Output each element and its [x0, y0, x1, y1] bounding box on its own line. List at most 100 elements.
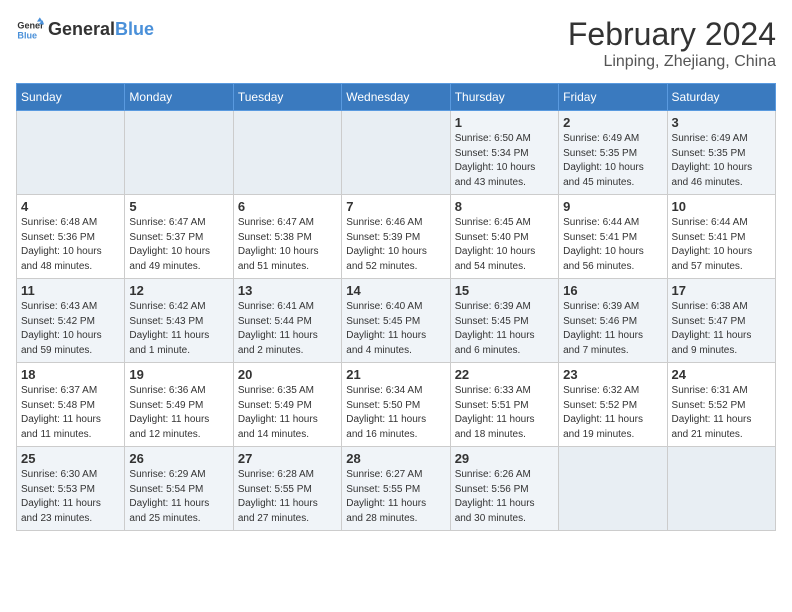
day-number: 21 — [346, 367, 445, 382]
week-row-4: 18 Sunrise: 6:37 AMSunset: 5:48 PMDayligh… — [17, 363, 776, 447]
day-info: Sunrise: 6:26 AMSunset: 5:56 PMDaylight:… — [455, 468, 554, 526]
calendar-cell — [667, 447, 775, 531]
calendar-cell: 26 Sunrise: 6:29 AMSunset: 5:54 PMDayligh… — [125, 447, 233, 531]
calendar-cell — [342, 111, 450, 195]
week-row-2: 4Sunrise: 6:48 AMSunset: 5:36 PMDaylight… — [17, 195, 776, 279]
logo-icon: General Blue — [16, 16, 44, 44]
day-number: 29 — [455, 451, 554, 466]
day-info: Sunrise: 6:47 AMSunset: 5:37 PMDaylight:… — [129, 216, 228, 274]
calendar-cell: 1 Sunrise: 6:50 AMSunset: 5:34 PMDaylight… — [450, 111, 558, 195]
calendar-cell: 19 Sunrise: 6:36 AMSunset: 5:49 PMDayligh… — [125, 363, 233, 447]
day-number: 3 — [672, 115, 771, 130]
day-number: 25 — [21, 451, 120, 466]
calendar-cell: 8 Sunrise: 6:45 AMSunset: 5:40 PMDaylight… — [450, 195, 558, 279]
calendar-cell: 12Sunrise: 6:42 AMSunset: 5:43 PMDayligh… — [125, 279, 233, 363]
weekday-header-saturday: Saturday — [667, 84, 775, 111]
title-block: February 2024 Linping, Zhejiang, China — [568, 16, 776, 71]
calendar-cell: 13 Sunrise: 6:41 AMSunset: 5:44 PMDayligh… — [233, 279, 341, 363]
weekday-header-monday: Monday — [125, 84, 233, 111]
location-title: Linping, Zhejiang, China — [568, 53, 776, 71]
day-number: 1 — [455, 115, 554, 130]
calendar-cell: 29 Sunrise: 6:26 AMSunset: 5:56 PMDayligh… — [450, 447, 558, 531]
calendar-cell: 23Sunrise: 6:32 AMSunset: 5:52 PMDayligh… — [559, 363, 667, 447]
calendar-cell: 5 Sunrise: 6:47 AMSunset: 5:37 PMDaylight… — [125, 195, 233, 279]
calendar-cell: 25 Sunrise: 6:30 AMSunset: 5:53 PMDayligh… — [17, 447, 125, 531]
day-number: 10 — [672, 199, 771, 214]
day-number: 8 — [455, 199, 554, 214]
day-info: Sunrise: 6:37 AMSunset: 5:48 PMDaylight:… — [21, 384, 120, 442]
day-number: 7 — [346, 199, 445, 214]
calendar-cell: 4Sunrise: 6:48 AMSunset: 5:36 PMDaylight… — [17, 195, 125, 279]
weekday-header-wednesday: Wednesday — [342, 84, 450, 111]
day-info: Sunrise: 6:33 AMSunset: 5:51 PMDaylight:… — [455, 384, 554, 442]
day-number: 15 — [455, 283, 554, 298]
day-number: 23 — [563, 367, 662, 382]
day-number: 24 — [672, 367, 771, 382]
calendar-cell — [17, 111, 125, 195]
day-number: 6 — [238, 199, 337, 214]
day-info: Sunrise: 6:29 AMSunset: 5:54 PMDaylight:… — [129, 468, 228, 526]
calendar-cell: 27Sunrise: 6:28 AMSunset: 5:55 PMDayligh… — [233, 447, 341, 531]
weekday-header-sunday: Sunday — [17, 84, 125, 111]
svg-text:Blue: Blue — [17, 30, 37, 40]
day-info: Sunrise: 6:44 AMSunset: 5:41 PMDaylight:… — [672, 216, 771, 274]
day-info: Sunrise: 6:40 AMSunset: 5:45 PMDaylight:… — [346, 300, 445, 358]
day-number: 11 — [21, 283, 120, 298]
calendar-cell: 20Sunrise: 6:35 AMSunset: 5:49 PMDayligh… — [233, 363, 341, 447]
day-info: Sunrise: 6:49 AMSunset: 5:35 PMDaylight:… — [672, 132, 771, 190]
day-number: 9 — [563, 199, 662, 214]
week-row-3: 11 Sunrise: 6:43 AMSunset: 5:42 PMDayligh… — [17, 279, 776, 363]
calendar-cell: 9 Sunrise: 6:44 AMSunset: 5:41 PMDaylight… — [559, 195, 667, 279]
logo: General Blue GeneralBlue — [16, 16, 154, 44]
day-info: Sunrise: 6:50 AMSunset: 5:34 PMDaylight:… — [455, 132, 554, 190]
page-header: General Blue GeneralBlue February 2024 L… — [16, 16, 776, 71]
calendar-cell: 16Sunrise: 6:39 AMSunset: 5:46 PMDayligh… — [559, 279, 667, 363]
day-number: 13 — [238, 283, 337, 298]
day-number: 26 — [129, 451, 228, 466]
day-number: 12 — [129, 283, 228, 298]
month-title: February 2024 — [568, 16, 776, 53]
day-info: Sunrise: 6:39 AMSunset: 5:45 PMDaylight:… — [455, 300, 554, 358]
day-info: Sunrise: 6:43 AMSunset: 5:42 PMDaylight:… — [21, 300, 120, 358]
day-number: 20 — [238, 367, 337, 382]
calendar-cell: 3 Sunrise: 6:49 AMSunset: 5:35 PMDaylight… — [667, 111, 775, 195]
day-info: Sunrise: 6:41 AMSunset: 5:44 PMDaylight:… — [238, 300, 337, 358]
day-number: 27 — [238, 451, 337, 466]
day-number: 5 — [129, 199, 228, 214]
calendar-cell: 14 Sunrise: 6:40 AMSunset: 5:45 PMDayligh… — [342, 279, 450, 363]
day-number: 16 — [563, 283, 662, 298]
day-info: Sunrise: 6:36 AMSunset: 5:49 PMDaylight:… — [129, 384, 228, 442]
calendar-table: SundayMondayTuesdayWednesdayThursdayFrid… — [16, 83, 776, 531]
calendar-cell — [125, 111, 233, 195]
week-row-5: 25 Sunrise: 6:30 AMSunset: 5:53 PMDayligh… — [17, 447, 776, 531]
day-number: 17 — [672, 283, 771, 298]
day-number: 19 — [129, 367, 228, 382]
calendar-cell: 28Sunrise: 6:27 AMSunset: 5:55 PMDayligh… — [342, 447, 450, 531]
calendar-cell: 17 Sunrise: 6:38 AMSunset: 5:47 PMDayligh… — [667, 279, 775, 363]
day-number: 14 — [346, 283, 445, 298]
calendar-cell: 22 Sunrise: 6:33 AMSunset: 5:51 PMDayligh… — [450, 363, 558, 447]
weekday-header-thursday: Thursday — [450, 84, 558, 111]
calendar-cell: 21Sunrise: 6:34 AMSunset: 5:50 PMDayligh… — [342, 363, 450, 447]
day-number: 4 — [21, 199, 120, 214]
weekday-header-friday: Friday — [559, 84, 667, 111]
day-info: Sunrise: 6:31 AMSunset: 5:52 PMDaylight:… — [672, 384, 771, 442]
day-number: 2 — [563, 115, 662, 130]
calendar-cell — [233, 111, 341, 195]
day-number: 22 — [455, 367, 554, 382]
calendar-cell: 24 Sunrise: 6:31 AMSunset: 5:52 PMDayligh… — [667, 363, 775, 447]
day-info: Sunrise: 6:27 AMSunset: 5:55 PMDaylight:… — [346, 468, 445, 526]
day-info: Sunrise: 6:30 AMSunset: 5:53 PMDaylight:… — [21, 468, 120, 526]
calendar-cell — [559, 447, 667, 531]
day-info: Sunrise: 6:47 AMSunset: 5:38 PMDaylight:… — [238, 216, 337, 274]
day-info: Sunrise: 6:45 AMSunset: 5:40 PMDaylight:… — [455, 216, 554, 274]
day-info: Sunrise: 6:38 AMSunset: 5:47 PMDaylight:… — [672, 300, 771, 358]
calendar-cell: 2Sunrise: 6:49 AMSunset: 5:35 PMDaylight… — [559, 111, 667, 195]
day-number: 18 — [21, 367, 120, 382]
weekday-header-tuesday: Tuesday — [233, 84, 341, 111]
calendar-cell: 10 Sunrise: 6:44 AMSunset: 5:41 PMDayligh… — [667, 195, 775, 279]
calendar-cell: 7Sunrise: 6:46 AMSunset: 5:39 PMDaylight… — [342, 195, 450, 279]
weekday-header-row: SundayMondayTuesdayWednesdayThursdayFrid… — [17, 84, 776, 111]
day-info: Sunrise: 6:44 AMSunset: 5:41 PMDaylight:… — [563, 216, 662, 274]
calendar-cell: 6 Sunrise: 6:47 AMSunset: 5:38 PMDaylight… — [233, 195, 341, 279]
